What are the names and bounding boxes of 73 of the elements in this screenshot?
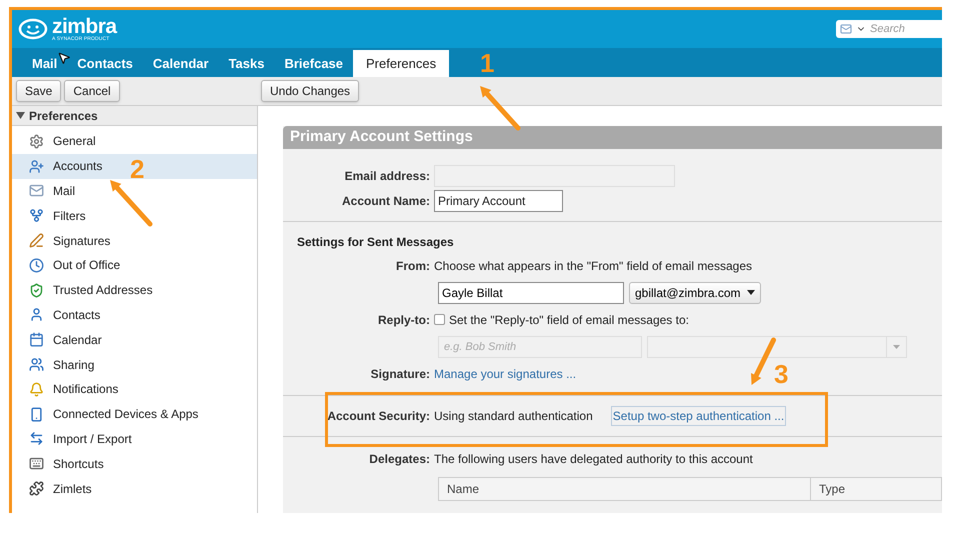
arrows-icon (29, 431, 44, 446)
app-logo: zimbra (52, 16, 117, 37)
bell-icon (29, 382, 44, 397)
sidebar-item[interactable]: Zimlets (12, 476, 257, 501)
search-scope-button[interactable] (836, 20, 870, 38)
field-label: Signature: (370, 366, 431, 382)
column-header[interactable]: Type (811, 478, 941, 500)
gear-icon (29, 134, 44, 149)
field-label: Account Security: (326, 408, 431, 425)
account-name-field[interactable]: Primary Account (434, 190, 563, 212)
nav-tab[interactable]: Calendar (142, 50, 219, 77)
sidebar-item[interactable]: Shortcuts (12, 451, 257, 476)
toolbar-button[interactable]: Cancel (64, 80, 120, 102)
keyboard-icon (29, 456, 44, 472)
nav-tab[interactable]: Briefcase (274, 50, 354, 77)
nav-tab[interactable]: Preferences (353, 50, 450, 77)
sidebar-item[interactable]: Signatures (12, 228, 257, 253)
mouse-pointer-icon (57, 51, 71, 65)
clock-icon (29, 258, 44, 273)
callout-arrow (480, 86, 520, 130)
sidebar-item[interactable]: Connected Devices & Apps (12, 402, 257, 427)
reply-to-checkbox[interactable] (434, 314, 445, 325)
sidebar-item[interactable]: General (12, 129, 257, 154)
section-title: Primary Account Settings (283, 126, 942, 149)
sidebar-item[interactable]: Trusted Addresses (12, 278, 257, 303)
from-description: Choose what appears in the "From" field of email messages (434, 258, 752, 274)
callout-arrow (110, 180, 152, 226)
users-icon (29, 357, 44, 372)
from-name-field[interactable]: Gayle Billat (438, 282, 624, 304)
reply-address-dropdown[interactable] (647, 336, 907, 358)
nav-tab[interactable]: Contacts (67, 50, 143, 77)
sidebar-item[interactable]: Out of Office (12, 252, 257, 278)
toolbar-button[interactable]: Undo Changes (261, 80, 360, 102)
security-status: Using standard authentication (434, 408, 593, 425)
user-icon (29, 307, 44, 322)
from-address-dropdown[interactable]: gbillat@zimbra.com (629, 282, 761, 304)
mail-icon (29, 183, 44, 198)
smartphone-icon (29, 406, 44, 422)
callout-number: 1 (480, 50, 494, 76)
calendar-icon (29, 332, 44, 348)
field-label: From: (395, 258, 431, 274)
sidebar-header: Preferences (29, 108, 98, 124)
field-label: Reply-to: (377, 312, 431, 328)
sidebar-item[interactable]: Contacts (12, 302, 257, 328)
shield-check-icon (29, 282, 44, 298)
manage-signatures-link[interactable]: Manage your signatures ... (434, 364, 576, 382)
sidebar-item[interactable]: Sharing (12, 352, 257, 377)
user-plus-icon (29, 158, 44, 174)
delegates-description: The following users have delegated authority to this account (434, 450, 753, 468)
pen-icon (29, 233, 44, 248)
caret-icon (893, 344, 900, 348)
section-heading: Settings for Sent Messages (296, 234, 455, 251)
field-label: Account Name: (340, 192, 431, 210)
filter-icon (29, 208, 44, 224)
toolbar-button[interactable]: Save (16, 80, 62, 102)
puzzle-icon (29, 481, 44, 496)
sidebar-item[interactable]: Calendar (12, 327, 257, 352)
caret-icon (746, 290, 755, 295)
field-label: Email address: (344, 168, 431, 184)
reply-to-label: Set the "Reply-to" field of email messages to: (449, 312, 689, 328)
mail-icon (840, 23, 852, 35)
column-header[interactable]: Name (439, 478, 811, 500)
search-field[interactable]: Search (870, 20, 942, 38)
two-step-link[interactable]: Setup two-step authentication ... (610, 406, 786, 426)
nav-tab[interactable]: Tasks (218, 50, 274, 77)
smiley-logo-icon (18, 18, 48, 40)
sidebar-item[interactable]: Notifications (12, 376, 257, 402)
expanded-triangle-icon[interactable] (16, 111, 25, 120)
callout-number: 3 (774, 361, 788, 387)
sidebar-item[interactable]: Filters (12, 203, 257, 228)
callout-arrow (751, 338, 776, 385)
sidebar-item[interactable]: Import / Export (12, 426, 257, 452)
field-label: Delegates: (368, 450, 431, 468)
